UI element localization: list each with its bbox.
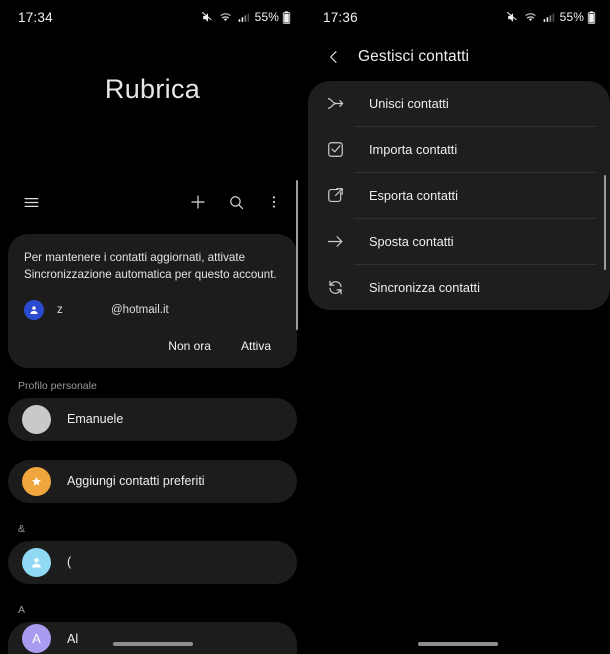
hamburger-menu-icon[interactable] (16, 187, 46, 217)
home-gesture-bar[interactable] (112, 642, 193, 646)
sync-banner-buttons: Non ora Attiva (24, 334, 281, 358)
home-gesture-bar[interactable] (417, 642, 498, 646)
menu-item-move[interactable]: Sposta contatti (308, 219, 610, 264)
avatar: A (22, 624, 51, 654)
section-label-personal: Profilo personale (18, 379, 97, 392)
contact-name: ( (67, 555, 72, 570)
dismiss-button[interactable]: Non ora (158, 334, 221, 358)
right-phone-panel: 17:36 55% Gestisci contatti Unisci conta… (305, 0, 610, 654)
list-item[interactable]: Emanuele (8, 397, 297, 441)
battery-status: 55% (255, 10, 291, 24)
battery-icon (282, 10, 291, 24)
sync-banner-line2: Sincronizzazione automatica per questo a… (24, 267, 277, 281)
menu-item-merge[interactable]: Unisci contatti (308, 81, 610, 126)
status-indicators: 55% (201, 10, 291, 24)
signal-icon (543, 12, 554, 22)
status-time: 17:34 (18, 9, 53, 25)
menu-item-export[interactable]: Esporta contatti (308, 173, 610, 218)
mute-icon (506, 11, 517, 22)
avatar (22, 547, 51, 577)
star-avatar-icon (22, 466, 51, 496)
menu-item-label: Sincronizza contatti (369, 280, 480, 295)
manage-contacts-header: Gestisci contatti (305, 34, 610, 80)
contact-name: Al (67, 631, 79, 646)
page-title: Rubrica (104, 73, 201, 104)
menu-item-label: Unisci contatti (369, 96, 449, 111)
search-icon[interactable] (221, 187, 251, 217)
signal-icon (238, 12, 249, 22)
activate-button[interactable]: Attiva (231, 334, 281, 358)
menu-item-label: Importa contatti (369, 142, 458, 157)
right-status-bar: 17:36 55% (305, 0, 610, 34)
plus-icon[interactable] (183, 187, 213, 217)
wifi-icon (524, 12, 536, 21)
export-icon (324, 185, 346, 207)
battery-percent: 55% (559, 10, 584, 24)
header-title: Gestisci contatti (358, 48, 470, 65)
list-item[interactable]: ( (8, 540, 297, 584)
sync-account-row[interactable]: z @hotmail.it (24, 299, 281, 320)
status-time: 17:36 (323, 9, 358, 25)
account-avatar-icon (24, 299, 44, 320)
overflow-menu-icon[interactable] (259, 187, 289, 217)
menu-item-sync[interactable]: Sincronizza contatti (308, 265, 610, 310)
menu-item-label: Sposta contatti (369, 234, 454, 249)
avatar (22, 404, 51, 434)
mute-icon (201, 11, 212, 22)
list-item[interactable]: A Al (8, 621, 297, 654)
account-name: z (57, 303, 63, 316)
add-favorites-row[interactable]: Aggiungi contatti preferiti (8, 459, 297, 503)
page-title-area: Rubrica (0, 34, 305, 144)
contacts-toolbar (0, 180, 305, 224)
sync-banner: Per mantenere i contatti aggiornati, att… (8, 234, 297, 368)
toolbar-actions (183, 187, 289, 217)
sync-banner-line1: Per mantenere i contatti aggiornati, att… (24, 251, 246, 264)
battery-status: 55% (560, 10, 596, 24)
section-label-a: A (18, 603, 26, 616)
add-favorites-label: Aggiungi contatti preferiti (67, 474, 205, 489)
left-scrollbar[interactable] (295, 180, 298, 330)
left-phone-panel: 17:34 55% Rubrica Per mantenere i contat… (0, 0, 305, 654)
battery-icon (587, 10, 596, 24)
battery-percent: 55% (254, 10, 279, 24)
import-icon (324, 139, 346, 161)
left-status-bar: 17:34 55% (0, 0, 305, 34)
menu-item-label: Esporta contatti (369, 188, 458, 203)
contact-name: Emanuele (67, 412, 124, 427)
sync-icon (324, 277, 346, 299)
merge-icon (324, 93, 346, 115)
right-scrollbar[interactable] (603, 175, 606, 270)
menu-item-import[interactable]: Importa contatti (308, 127, 610, 172)
dual-panel-screenshot: 17:34 55% Rubrica Per mantenere i contat… (0, 0, 610, 654)
status-indicators: 55% (506, 10, 596, 24)
manage-contacts-menu: Unisci contatti Importa contatti Esporta… (308, 81, 610, 310)
back-chevron-icon[interactable] (323, 46, 345, 68)
account-email: @hotmail.it (111, 303, 169, 316)
wifi-icon (219, 12, 231, 21)
move-arrow-icon (324, 231, 346, 253)
section-label-amp: & (18, 522, 26, 535)
